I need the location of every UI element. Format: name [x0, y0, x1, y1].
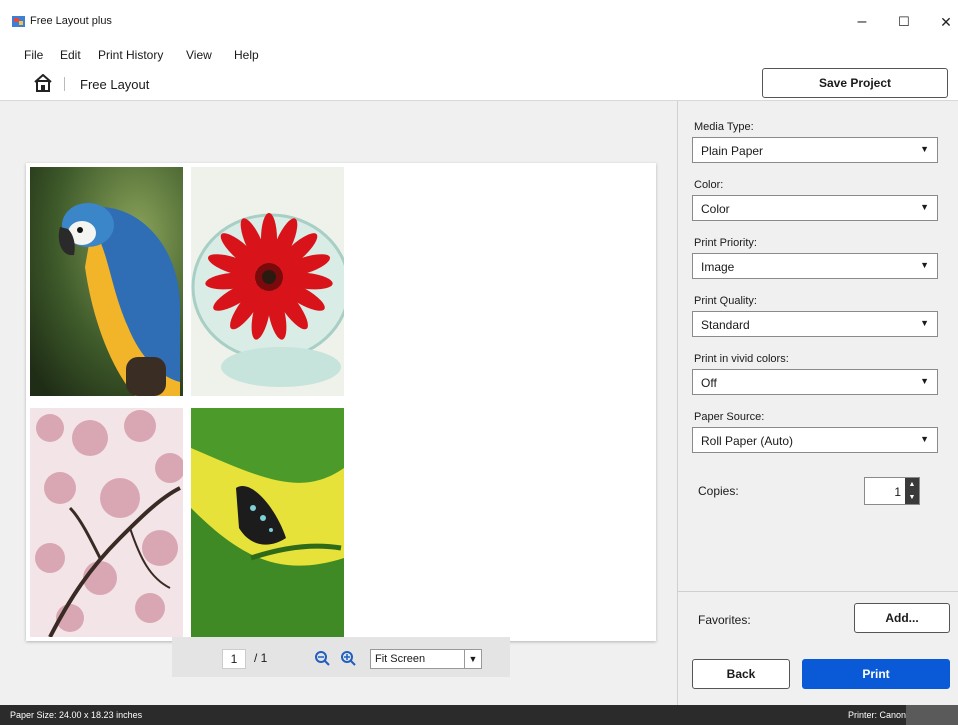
copies-stepper[interactable]: 1 ▲ ▼ [864, 477, 920, 505]
photo-cherry-blossoms[interactable] [30, 408, 183, 637]
preview-area: 1 / 1 Fit Screen ▼ [0, 101, 676, 705]
print-priority-value: Image [701, 260, 735, 274]
paper-source-label: Paper Source: [694, 411, 765, 423]
app-icon [12, 16, 25, 27]
print-quality-value: Standard [701, 318, 750, 332]
menu-print-history[interactable]: Print History [98, 48, 163, 62]
home-icon[interactable] [34, 74, 52, 92]
vivid-colors-select[interactable]: Off ▼ [692, 369, 938, 395]
zoom-out-icon[interactable] [314, 650, 330, 666]
paper-source-value: Roll Paper (Auto) [701, 434, 794, 448]
page-total: / 1 [254, 651, 268, 665]
print-quality-select[interactable]: Standard ▼ [692, 311, 938, 337]
menu-view[interactable]: View [186, 48, 212, 62]
zoom-level-select[interactable]: Fit Screen ▼ [370, 649, 482, 669]
chevron-down-icon: ▼ [920, 318, 929, 328]
print-priority-label: Print Priority: [694, 237, 757, 249]
breadcrumb: Free Layout Save Project [0, 68, 958, 101]
chevron-down-icon: ▼ [920, 144, 929, 154]
chevron-down-icon: ▼ [920, 376, 929, 386]
menu-help[interactable]: Help [234, 48, 259, 62]
copies-label: Copies: [698, 484, 739, 498]
printer-status: Printer: Canon [847, 710, 906, 720]
copies-value: 1 [894, 485, 901, 499]
color-select[interactable]: Color ▼ [692, 195, 938, 221]
favorites-label: Favorites: [698, 613, 751, 627]
zoom-in-icon[interactable] [340, 650, 356, 666]
print-quality-label: Print Quality: [694, 295, 757, 307]
media-type-label: Media Type: [694, 121, 754, 133]
media-type-value: Plain Paper [701, 144, 764, 158]
vivid-colors-label: Print in vivid colors: [694, 353, 789, 365]
window-title: Free Layout plus [30, 15, 112, 27]
redacted-area [906, 705, 958, 725]
title-bar: Free Layout plus – ☐ ✕ [0, 0, 958, 40]
settings-panel: Media Type: Plain Paper ▼ Color: Color ▼… [677, 101, 958, 705]
chevron-down-icon: ▼ [920, 434, 929, 444]
paper-size-status: Paper Size: 24.00 x 18.23 inches [10, 710, 143, 720]
photo-red-flower[interactable] [191, 167, 344, 396]
minimize-button[interactable]: – [842, 8, 882, 36]
breadcrumb-separator [64, 77, 65, 91]
breadcrumb-label: Free Layout [80, 77, 150, 92]
chevron-down-icon: ▼ [464, 650, 481, 668]
vivid-colors-value: Off [701, 376, 717, 390]
zoom-level-value: Fit Screen [375, 653, 426, 665]
zoom-bar: 1 / 1 Fit Screen ▼ [172, 637, 510, 677]
chevron-down-icon: ▼ [920, 202, 929, 212]
page-number-input[interactable]: 1 [222, 649, 246, 669]
menu-bar: File Edit Print History View Help [0, 40, 958, 68]
menu-file[interactable]: File [24, 48, 43, 62]
photo-butterfly[interactable] [191, 408, 344, 637]
spin-arrows-icon[interactable]: ▲ ▼ [905, 478, 919, 504]
color-value: Color [701, 202, 730, 216]
chevron-down-icon: ▼ [920, 260, 929, 270]
add-favorite-button[interactable]: Add... [854, 603, 950, 633]
print-button[interactable]: Print [802, 659, 950, 689]
status-bar: Paper Size: 24.00 x 18.23 inches Printer… [0, 705, 958, 725]
print-priority-select[interactable]: Image ▼ [692, 253, 938, 279]
photo-parrot[interactable] [30, 167, 183, 396]
media-type-select[interactable]: Plain Paper ▼ [692, 137, 938, 163]
paper-source-select[interactable]: Roll Paper (Auto) ▼ [692, 427, 938, 453]
color-label: Color: [694, 179, 724, 191]
maximize-button[interactable]: ☐ [884, 8, 924, 36]
save-project-button[interactable]: Save Project [762, 68, 948, 98]
divider [678, 591, 958, 592]
menu-edit[interactable]: Edit [60, 48, 81, 62]
close-button[interactable]: ✕ [926, 8, 958, 36]
back-button[interactable]: Back [692, 659, 790, 689]
paper-preview [26, 163, 656, 641]
